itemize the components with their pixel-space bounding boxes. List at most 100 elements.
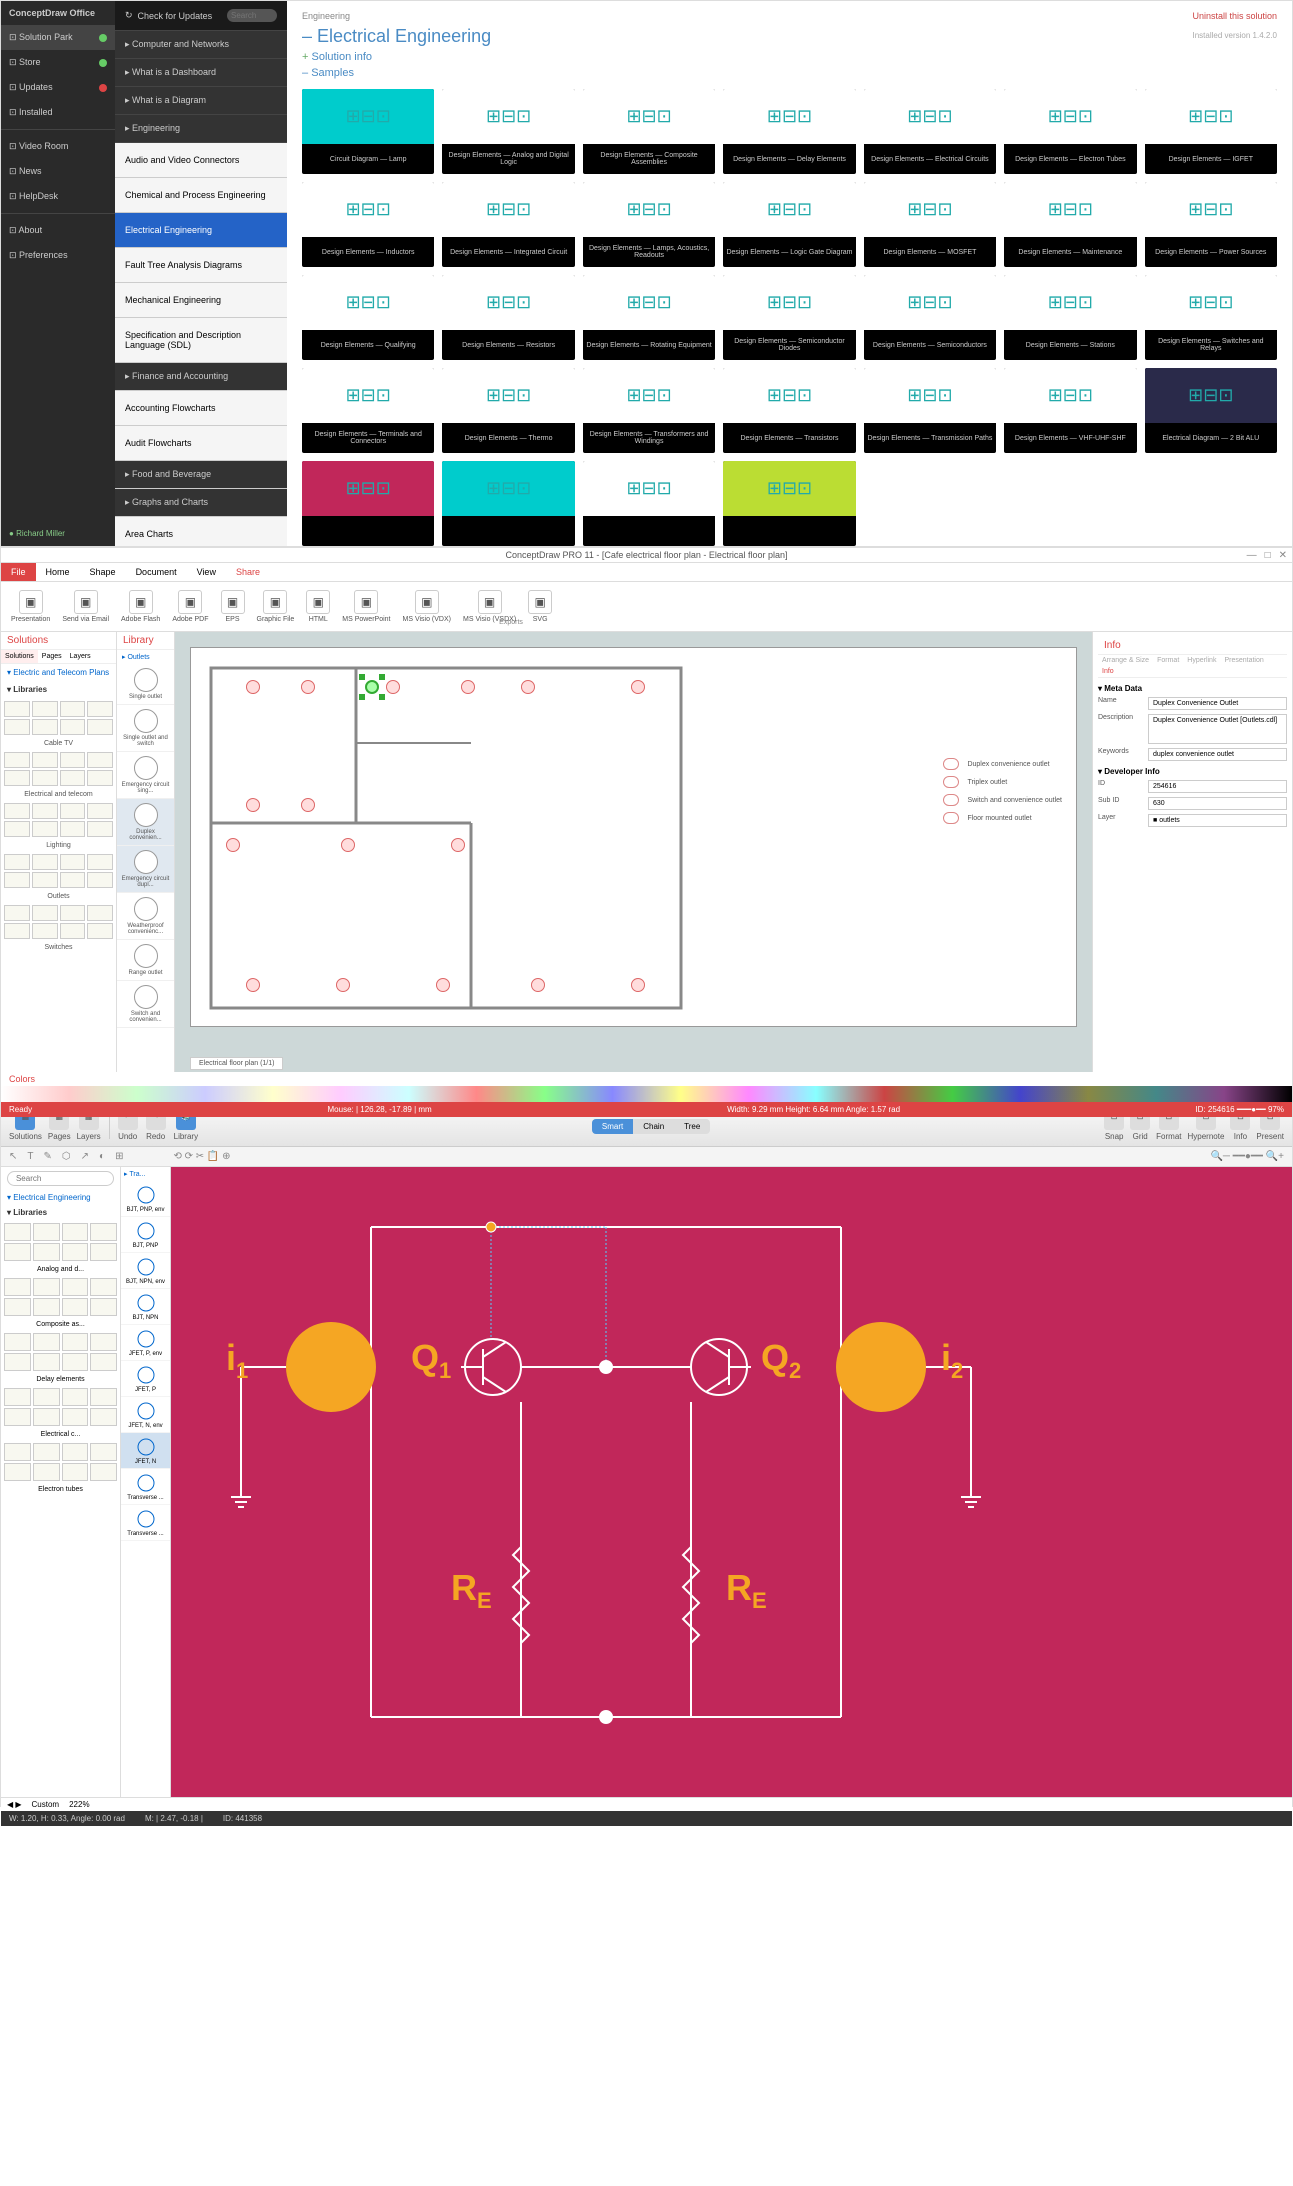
sol-tab-1[interactable]: Pages xyxy=(38,650,66,663)
nav-top-1[interactable]: ▸ What is a Dashboard xyxy=(115,59,287,87)
sidebar-item-2[interactable]: ⊡ Updates xyxy=(1,75,115,100)
maximize-button[interactable]: □ xyxy=(1265,550,1271,561)
nav-top-0[interactable]: ▸ Computer and Networks xyxy=(115,31,287,59)
sample-card-3[interactable]: ⊞⊟⊡Design Elements — Delay Elements xyxy=(723,89,855,174)
source-i1[interactable] xyxy=(286,1322,376,1412)
shape-0[interactable]: BJT, PNP, env xyxy=(121,1181,170,1217)
info-tab-0[interactable]: Arrange & Size xyxy=(1098,655,1153,666)
shape-8[interactable]: Transverse ... xyxy=(121,1469,170,1505)
ribbon-btn-0[interactable]: ▣Presentation xyxy=(6,587,55,626)
sample-card-12[interactable]: ⊞⊟⊡Design Elements — Maintenance xyxy=(1004,182,1136,267)
sample-card-20[interactable]: ⊞⊟⊡Design Elements — Switches and Relays xyxy=(1145,275,1277,360)
samples-toggle[interactable]: Samples xyxy=(302,67,1277,79)
solution-info-toggle[interactable]: Solution info xyxy=(302,51,1277,63)
seg-smart[interactable]: Smart xyxy=(592,1119,633,1134)
lib-shape-2[interactable]: Emergency circuit sing... xyxy=(117,752,174,799)
sample-card-15[interactable]: ⊞⊟⊡Design Elements — Resistors xyxy=(442,275,574,360)
nav-cat-10[interactable]: ▸ Graphs and Charts xyxy=(115,489,287,517)
shape-2[interactable]: BJT, NPN, env xyxy=(121,1253,170,1289)
sample-card-31[interactable]: ⊞⊟⊡ xyxy=(723,461,855,546)
ribbon-tab-view[interactable]: View xyxy=(187,563,226,581)
keywords-field[interactable]: duplex convenience outlet xyxy=(1148,748,1287,761)
sample-card-21[interactable]: ⊞⊟⊡Design Elements — Terminals and Conne… xyxy=(302,368,434,453)
sample-card-5[interactable]: ⊞⊟⊡Design Elements — Electron Tubes xyxy=(1004,89,1136,174)
zoom-bar[interactable]: ◀ ▶Custom222% xyxy=(1,1797,1292,1811)
connector-mode-seg[interactable]: SmartChainTree xyxy=(592,1119,710,1134)
shape-7[interactable]: JFET, N xyxy=(121,1433,170,1469)
sol-tab-0[interactable]: Solutions xyxy=(1,650,38,663)
nav-cat-0[interactable]: Audio and Video Connectors xyxy=(115,143,287,178)
sample-card-25[interactable]: ⊞⊟⊡Design Elements — Transmission Paths xyxy=(864,368,996,453)
sample-card-10[interactable]: ⊞⊟⊡Design Elements — Logic Gate Diagram xyxy=(723,182,855,267)
sample-card-28[interactable]: ⊞⊟⊡ xyxy=(302,461,434,546)
sidebar-item2-1[interactable]: ⊡ News xyxy=(1,159,115,184)
lib-shape-5[interactable]: Weatherproof convenienc... xyxy=(117,893,174,940)
ribbon-btn-7[interactable]: ▣MS PowerPoint xyxy=(337,587,395,626)
sample-card-13[interactable]: ⊞⊟⊡Design Elements — Power Sources xyxy=(1145,182,1277,267)
sample-card-30[interactable]: ⊞⊟⊡ xyxy=(583,461,715,546)
sample-card-16[interactable]: ⊞⊟⊡Design Elements — Rotating Equipment xyxy=(583,275,715,360)
sample-card-8[interactable]: ⊞⊟⊡Design Elements — Integrated Circuit xyxy=(442,182,574,267)
ribbon-btn-2[interactable]: ▣Adobe Flash xyxy=(116,587,165,626)
ribbon-btn-5[interactable]: ▣Graphic File xyxy=(252,587,300,626)
lib-shape-4[interactable]: Emergency circuit dupl... xyxy=(117,846,174,893)
nav-top-2[interactable]: ▸ What is a Diagram xyxy=(115,87,287,115)
sample-card-27[interactable]: ⊞⊟⊡Electrical Diagram — 2 Bit ALU xyxy=(1145,368,1277,453)
ribbon-btn-10[interactable]: ▣SVG xyxy=(523,587,557,626)
nav-cat-2[interactable]: Electrical Engineering xyxy=(115,213,287,248)
info-tab-4[interactable]: Info xyxy=(1098,666,1118,677)
shape-1[interactable]: BJT, PNP xyxy=(121,1217,170,1253)
nav-cat-4[interactable]: Mechanical Engineering xyxy=(115,283,287,318)
minimize-button[interactable]: — xyxy=(1247,550,1257,561)
ribbon-tab-file[interactable]: File xyxy=(1,563,36,581)
source-i2[interactable] xyxy=(836,1322,926,1412)
nav-cat-5[interactable]: Specification and Description Language (… xyxy=(115,318,287,363)
libset-4[interactable]: Switches xyxy=(1,902,116,953)
lib-shape-1[interactable]: Single outlet and switch xyxy=(117,705,174,752)
libset-0[interactable]: Analog and d... xyxy=(1,1220,120,1275)
nav-cat-7[interactable]: Accounting Flowcharts xyxy=(115,391,287,426)
nav-cat-3[interactable]: Fault Tree Analysis Diagrams xyxy=(115,248,287,283)
ribbon-tab-share[interactable]: Share xyxy=(226,563,270,581)
canvas-area[interactable]: Duplex convenience outletTriplex outletS… xyxy=(175,632,1092,1072)
layer-field[interactable]: ■ outlets xyxy=(1148,814,1287,827)
shape-3[interactable]: BJT, NPN xyxy=(121,1289,170,1325)
shape-4[interactable]: JFET, P, env xyxy=(121,1325,170,1361)
ribbon-btn-6[interactable]: ▣HTML xyxy=(301,587,335,626)
drawing-sheet[interactable] xyxy=(190,647,1077,1027)
sidebar-item3-0[interactable]: ⊡ About xyxy=(1,218,115,243)
sol-tab-2[interactable]: Layers xyxy=(66,650,95,663)
shape-9[interactable]: Transverse ... xyxy=(121,1505,170,1541)
info-tab-3[interactable]: Presentation xyxy=(1220,655,1267,666)
nav-cat-1[interactable]: Chemical and Process Engineering xyxy=(115,178,287,213)
sample-card-9[interactable]: ⊞⊟⊡Design Elements — Lamps, Acoustics, R… xyxy=(583,182,715,267)
sidebar-item3-1[interactable]: ⊡ Preferences xyxy=(1,243,115,268)
ribbon-tab-shape[interactable]: Shape xyxy=(80,563,126,581)
libset-3[interactable]: Electrical c... xyxy=(1,1385,120,1440)
libset-2[interactable]: Delay elements xyxy=(1,1330,120,1385)
nav-cat-9[interactable]: ▸ Food and Beverage xyxy=(115,461,287,489)
shape-6[interactable]: JFET, N, env xyxy=(121,1397,170,1433)
sample-card-14[interactable]: ⊞⊟⊡Design Elements — Qualifying xyxy=(302,275,434,360)
libset-1[interactable]: Composite as... xyxy=(1,1275,120,1330)
libset-4[interactable]: Electron tubes xyxy=(1,1440,120,1495)
sidebar-item-1[interactable]: ⊡ Store xyxy=(1,50,115,75)
seg-chain[interactable]: Chain xyxy=(633,1119,674,1134)
ribbon-btn-4[interactable]: ▣EPS xyxy=(216,587,250,626)
check-updates-button[interactable]: ↻ Check for Updates xyxy=(115,1,287,31)
lib-shape-3[interactable]: Duplex convenien... xyxy=(117,799,174,846)
sample-card-1[interactable]: ⊞⊟⊡Design Elements — Analog and Digital … xyxy=(442,89,574,174)
libset-1[interactable]: Electrical and telecom xyxy=(1,749,116,800)
sheet-tab[interactable]: Electrical floor plan (1/1) xyxy=(190,1057,283,1070)
sample-card-11[interactable]: ⊞⊟⊡Design Elements — MOSFET xyxy=(864,182,996,267)
sample-card-26[interactable]: ⊞⊟⊡Design Elements — VHF-UHF-SHF xyxy=(1004,368,1136,453)
sample-card-24[interactable]: ⊞⊟⊡Design Elements — Transistors xyxy=(723,368,855,453)
uninstall-link[interactable]: Uninstall this solution xyxy=(1192,11,1277,21)
solution-group[interactable]: ▾ Electric and Telecom Plans xyxy=(1,664,116,681)
sample-card-7[interactable]: ⊞⊟⊡Design Elements — Inductors xyxy=(302,182,434,267)
seg-tree[interactable]: Tree xyxy=(674,1119,710,1134)
nav-cat-8[interactable]: Audit Flowcharts xyxy=(115,426,287,461)
libset-3[interactable]: Outlets xyxy=(1,851,116,902)
libset-0[interactable]: Cable TV xyxy=(1,698,116,749)
sample-card-6[interactable]: ⊞⊟⊡Design Elements — IGFET xyxy=(1145,89,1277,174)
